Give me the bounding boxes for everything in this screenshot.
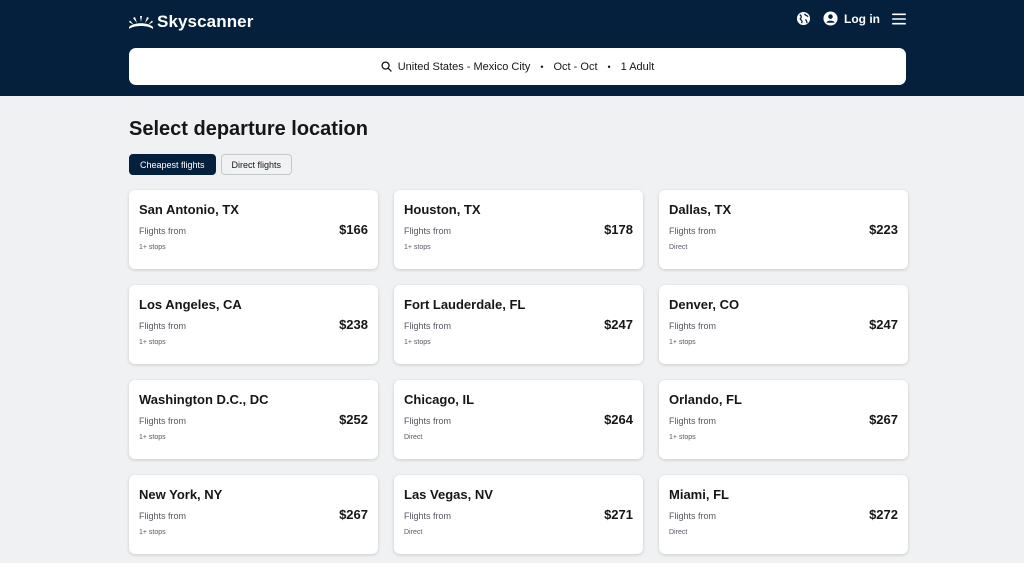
card-city: Denver, CO	[669, 297, 740, 312]
departure-card[interactable]: Fort Lauderdale, FL Flights from 1+ stop…	[394, 285, 643, 364]
card-stops: 1+ stops	[139, 244, 166, 251]
card-stops: 1+ stops	[404, 339, 431, 346]
top-header: Skyscanner Log in United States - Mexico…	[0, 0, 1024, 96]
card-stops: 1+ stops	[139, 434, 166, 441]
card-from-label: Flights from	[669, 321, 717, 331]
departure-card[interactable]: Los Angeles, CA Flights from 1+ stops $2…	[129, 285, 378, 364]
departure-card[interactable]: New York, NY Flights from 1+ stops $267	[129, 475, 378, 554]
card-stops: 1+ stops	[669, 339, 696, 346]
separator-dot: •	[607, 61, 611, 72]
search-dates: Oct - Oct	[553, 60, 598, 73]
card-city: Los Angeles, CA	[139, 297, 242, 312]
card-price: $223	[869, 222, 898, 237]
card-city: Las Vegas, NV	[404, 487, 493, 502]
card-price: $247	[869, 317, 898, 332]
card-city: Fort Lauderdale, FL	[404, 297, 526, 312]
search-travellers: 1 Adult	[620, 60, 655, 73]
region-globe-icon	[796, 11, 811, 26]
card-stops: 1+ stops	[139, 339, 166, 346]
departure-card[interactable]: Houston, TX Flights from 1+ stops $178	[394, 190, 643, 269]
menu-icon	[892, 13, 906, 24]
card-city: San Antonio, TX	[139, 202, 239, 217]
card-city: Houston, TX	[404, 202, 481, 217]
skyscanner-logo[interactable]: Skyscanner	[129, 12, 253, 32]
page-title: Select departure location	[129, 118, 368, 140]
card-price: $271	[604, 507, 633, 522]
brand-name: Skyscanner	[157, 12, 254, 31]
menu-button[interactable]	[892, 13, 906, 25]
filter-cheapest-flights[interactable]: Cheapest flights	[129, 154, 216, 175]
card-price: $252	[339, 412, 368, 427]
search-route: United States - Mexico City	[397, 60, 531, 73]
departure-card[interactable]: Washington D.C., DC Flights from 1+ stop…	[129, 380, 378, 459]
card-stops: 1+ stops	[404, 244, 431, 251]
card-from-label: Flights from	[404, 416, 452, 426]
card-price: $272	[869, 507, 898, 522]
card-from-label: Flights from	[139, 226, 187, 236]
card-from-label: Flights from	[404, 226, 452, 236]
skyscanner-sunburst-icon	[129, 16, 153, 29]
departure-cards-grid: San Antonio, TX Flights from 1+ stops $1…	[129, 190, 908, 554]
card-city: Orlando, FL	[669, 392, 742, 407]
header-actions: Log in	[796, 11, 906, 26]
card-stops: Direct	[404, 529, 423, 536]
departure-card[interactable]: San Antonio, TX Flights from 1+ stops $1…	[129, 190, 378, 269]
card-stops: 1+ stops	[669, 434, 696, 441]
filter-direct-flights[interactable]: Direct flights	[220, 154, 293, 175]
card-price: $247	[604, 317, 633, 332]
card-city: Chicago, IL	[404, 392, 475, 407]
filter-tabs: Cheapest flights Direct flights	[129, 154, 907, 175]
card-city: New York, NY	[139, 487, 223, 502]
card-stops: Direct	[404, 434, 423, 441]
card-city: Washington D.C., DC	[139, 392, 269, 407]
card-stops: Direct	[669, 529, 688, 536]
search-summary-bar[interactable]: United States - Mexico City • Oct - Oct …	[129, 48, 906, 85]
card-city: Miami, FL	[669, 487, 729, 502]
account-circle-icon	[823, 11, 838, 26]
departure-card[interactable]: Chicago, IL Flights from Direct $264	[394, 380, 643, 459]
card-from-label: Flights from	[404, 321, 452, 331]
card-price: $267	[869, 412, 898, 427]
card-price: $267	[339, 507, 368, 522]
departure-card[interactable]: Dallas, TX Flights from Direct $223	[659, 190, 908, 269]
login-label: Log in	[844, 11, 880, 26]
card-stops: 1+ stops	[139, 529, 166, 536]
login-button[interactable]: Log in	[823, 11, 880, 26]
card-from-label: Flights from	[139, 321, 187, 331]
card-price: $166	[339, 222, 368, 237]
main-content: Select departure location Cheapest fligh…	[129, 96, 908, 554]
card-from-label: Flights from	[669, 511, 717, 521]
card-price: $238	[339, 317, 368, 332]
card-from-label: Flights from	[669, 226, 717, 236]
departure-card[interactable]: Miami, FL Flights from Direct $272	[659, 475, 908, 554]
card-from-label: Flights from	[404, 511, 452, 521]
card-from-label: Flights from	[139, 511, 187, 521]
card-stops: Direct	[669, 244, 688, 251]
departure-card[interactable]: Denver, CO Flights from 1+ stops $247	[659, 285, 908, 364]
card-city: Dallas, TX	[669, 202, 732, 217]
card-from-label: Flights from	[139, 416, 187, 426]
card-from-label: Flights from	[669, 416, 717, 426]
region-settings-button[interactable]	[796, 11, 811, 26]
card-price: $178	[604, 222, 633, 237]
separator-dot: •	[540, 61, 544, 72]
card-price: $264	[604, 412, 633, 427]
departure-card[interactable]: Las Vegas, NV Flights from Direct $271	[394, 475, 643, 554]
search-icon	[381, 61, 392, 72]
departure-card[interactable]: Orlando, FL Flights from 1+ stops $267	[659, 380, 908, 459]
